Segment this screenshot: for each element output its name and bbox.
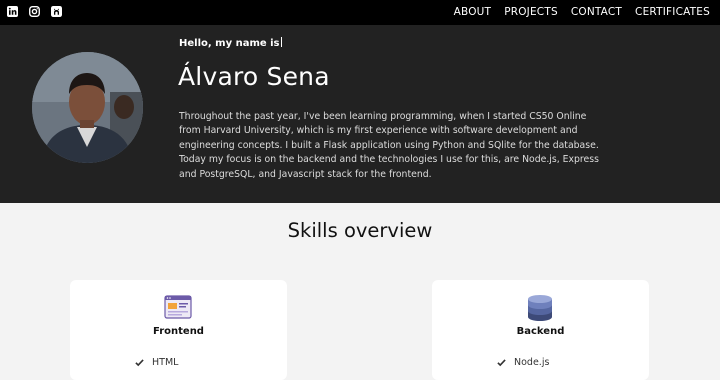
skill-item-label: Node.js [514,357,550,368]
skill-item: Node.js [497,357,549,368]
check-icon [497,359,506,367]
profile-photo [32,52,143,163]
skill-card-backend: Backend Node.js [432,280,649,380]
skill-card-title: Backend [516,326,565,337]
social-links [7,6,62,17]
skill-card-frontend: Frontend HTML [70,280,287,380]
top-navbar: ABOUT PROJECTS CONTACT CERTIFICATES [0,0,720,25]
database-icon [528,295,552,321]
nav-link-contact[interactable]: CONTACT [571,6,622,18]
typing-cursor [280,37,282,47]
main-nav: ABOUT PROJECTS CONTACT CERTIFICATES [454,6,710,18]
nav-link-certificates[interactable]: CERTIFICATES [635,6,710,18]
nav-link-about[interactable]: ABOUT [454,6,492,18]
skills-heading: Skills overview [287,219,433,242]
skill-item-label: HTML [152,357,179,368]
instagram-icon[interactable] [29,6,40,17]
nav-link-projects[interactable]: PROJECTS [504,6,558,18]
github-icon[interactable] [51,6,62,17]
frontend-window-icon [164,295,192,319]
check-icon [135,359,144,367]
avatar [32,52,143,163]
greeting-label: Hello, my name is [179,38,280,49]
page-title: Álvaro Sena [178,62,330,91]
skill-item: HTML [135,357,178,368]
hero-section: Hello, my name is Álvaro Sena Throughout… [0,25,720,203]
linkedin-icon[interactable] [7,6,18,17]
bio-paragraph: Throughout the past year, I've been lear… [179,111,599,180]
skill-card-title: Frontend [153,326,204,337]
greeting-text: Hello, my name is [179,37,282,49]
